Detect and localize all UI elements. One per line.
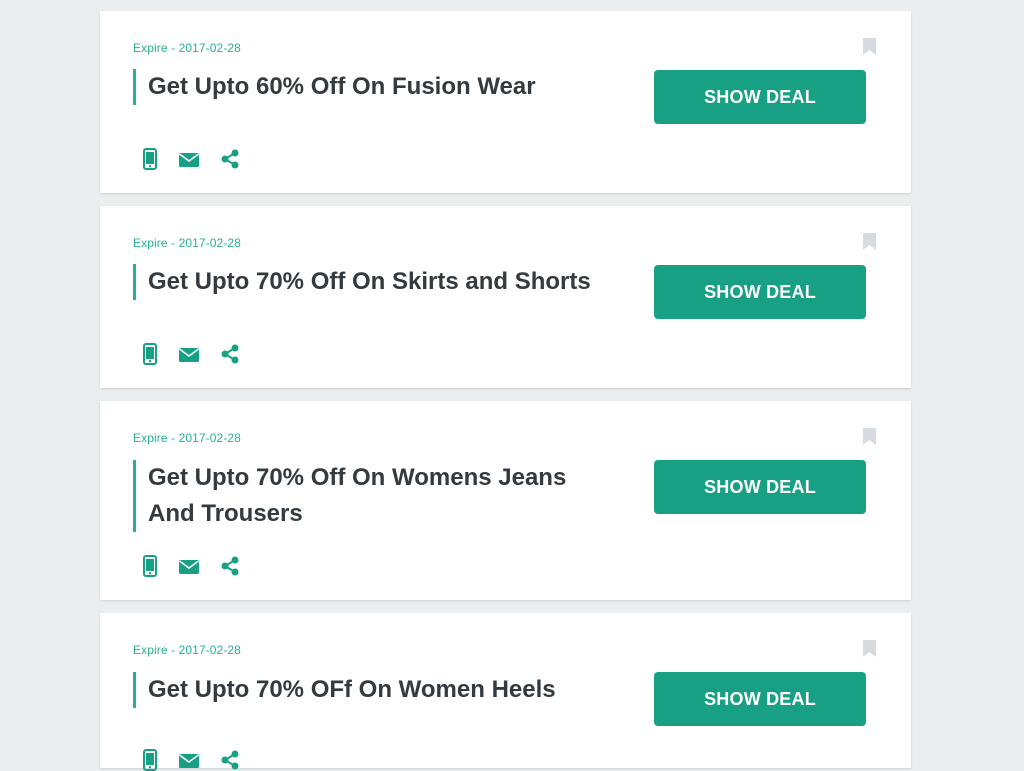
mobile-icon[interactable] <box>143 343 157 365</box>
deal-card: Expire - 2017-02-28 Get Upto 70% Off On … <box>100 401 911 600</box>
bookmark-icon[interactable] <box>863 38 876 55</box>
deal-title[interactable]: Get Upto 70% Off On Womens Jeans And Tro… <box>148 460 618 532</box>
envelope-icon[interactable] <box>179 148 199 170</box>
mobile-icon[interactable] <box>143 555 157 577</box>
share-icon[interactable] <box>221 343 239 365</box>
show-deal-button[interactable]: SHOW DEAL <box>654 265 866 319</box>
deal-card: Expire - 2017-02-28 Get Upto 70% OFf On … <box>100 613 911 771</box>
deal-title-wrap: Get Upto 70% OFf On Women Heels <box>133 672 618 708</box>
deal-title-wrap: Get Upto 70% Off On Womens Jeans And Tro… <box>133 460 618 532</box>
expire-date: Expire - 2017-02-28 <box>133 41 241 55</box>
share-icon[interactable] <box>221 555 239 577</box>
deal-card: Expire - 2017-02-28 Get Upto 60% Off On … <box>100 11 911 193</box>
expire-date: Expire - 2017-02-28 <box>133 643 241 657</box>
deal-title[interactable]: Get Upto 60% Off On Fusion Wear <box>148 69 618 105</box>
show-deal-button[interactable]: SHOW DEAL <box>654 460 866 514</box>
deal-title-wrap: Get Upto 70% Off On Skirts and Shorts <box>133 264 618 300</box>
mobile-icon[interactable] <box>143 148 157 170</box>
show-deal-button[interactable]: SHOW DEAL <box>654 672 866 726</box>
deal-title-wrap: Get Upto 60% Off On Fusion Wear <box>133 69 618 105</box>
show-deal-button[interactable]: SHOW DEAL <box>654 70 866 124</box>
envelope-icon[interactable] <box>179 343 199 365</box>
expire-date: Expire - 2017-02-28 <box>133 431 241 445</box>
deal-title[interactable]: Get Upto 70% Off On Skirts and Shorts <box>148 264 618 300</box>
share-icon[interactable] <box>221 148 239 170</box>
deal-title[interactable]: Get Upto 70% OFf On Women Heels <box>148 672 618 708</box>
bookmark-icon[interactable] <box>863 233 876 250</box>
expire-date: Expire - 2017-02-28 <box>133 236 241 250</box>
envelope-icon[interactable] <box>179 555 199 577</box>
bookmark-icon[interactable] <box>863 428 876 445</box>
deal-card: Expire - 2017-02-28 Get Upto 70% Off On … <box>100 206 911 388</box>
bookmark-icon[interactable] <box>863 640 876 657</box>
